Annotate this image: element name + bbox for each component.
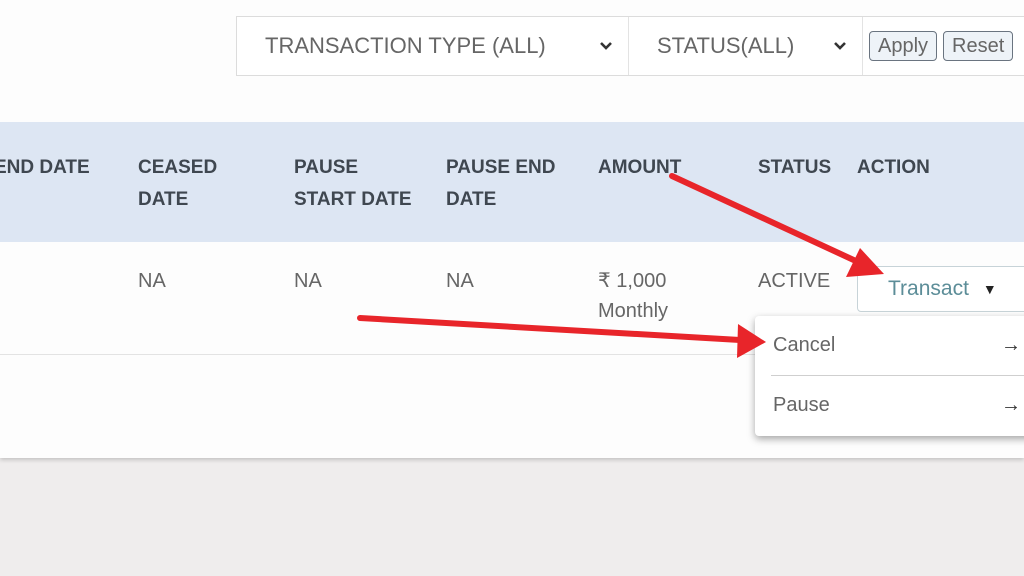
- status-select[interactable]: STATUS(ALL): [629, 17, 863, 75]
- header-end-date[interactable]: END DATE: [0, 152, 90, 184]
- header-status[interactable]: STATUS: [758, 152, 831, 184]
- header-text: DATE: [446, 189, 497, 210]
- arrow-right-icon: →: [1001, 393, 1021, 416]
- arrow-right-icon: →: [1001, 333, 1021, 356]
- caret-down-icon: ▼: [982, 281, 997, 297]
- header-text: CEASED: [138, 157, 218, 178]
- cell-status: ACTIVE: [758, 270, 831, 292]
- header-text: ACTION: [857, 157, 930, 178]
- amount-value: ₹ 1,000: [598, 270, 667, 292]
- cell-ceased-date: NA: [138, 270, 166, 292]
- table-header: END DATE CEASED DATE PAUSE START DATE PA…: [0, 122, 1024, 242]
- menu-item-label: Cancel: [773, 333, 836, 356]
- status-value: STATUS(ALL): [657, 33, 795, 58]
- header-text: PAUSE END: [446, 157, 556, 178]
- header-action: ACTION: [857, 152, 930, 184]
- header-text: DATE: [138, 189, 189, 210]
- header-text: END DATE: [0, 157, 90, 178]
- header-ceased-date[interactable]: CEASED DATE: [138, 152, 217, 216]
- header-text: AMOUNT: [598, 157, 682, 178]
- menu-item-cancel[interactable]: Cancel →: [755, 316, 1024, 374]
- reset-button[interactable]: Reset: [943, 31, 1014, 61]
- cell-pause-end-date: NA: [446, 270, 474, 292]
- cell-pause-start-date: NA: [294, 270, 322, 292]
- header-pause-end-date[interactable]: PAUSE END DATE: [446, 152, 555, 216]
- apply-button[interactable]: Apply: [869, 31, 938, 61]
- cell-amount: ₹ 1,000 Monthly: [598, 266, 668, 326]
- action-menu: Cancel → Pause →: [755, 316, 1024, 436]
- header-text: STATUS: [758, 157, 832, 178]
- filter-bar: TRANSACTION TYPE (ALL) STATUS(ALL) Apply…: [236, 16, 1024, 76]
- transact-label: Transact: [888, 277, 969, 300]
- header-amount[interactable]: AMOUNT: [598, 152, 681, 184]
- header-text: START DATE: [294, 189, 412, 210]
- header-pause-start-date[interactable]: PAUSE START DATE: [294, 152, 412, 216]
- menu-item-label: Pause: [773, 393, 830, 416]
- transact-dropdown-button[interactable]: Transact ▼: [857, 266, 1024, 312]
- header-text: PAUSE: [294, 157, 359, 178]
- transaction-type-select[interactable]: TRANSACTION TYPE (ALL): [237, 17, 629, 75]
- amount-frequency: Monthly: [598, 300, 669, 322]
- chevron-down-icon: [594, 41, 618, 51]
- chevron-down-icon: [828, 41, 852, 51]
- transaction-type-value: TRANSACTION TYPE (ALL): [265, 33, 546, 58]
- menu-item-pause[interactable]: Pause →: [755, 376, 1024, 434]
